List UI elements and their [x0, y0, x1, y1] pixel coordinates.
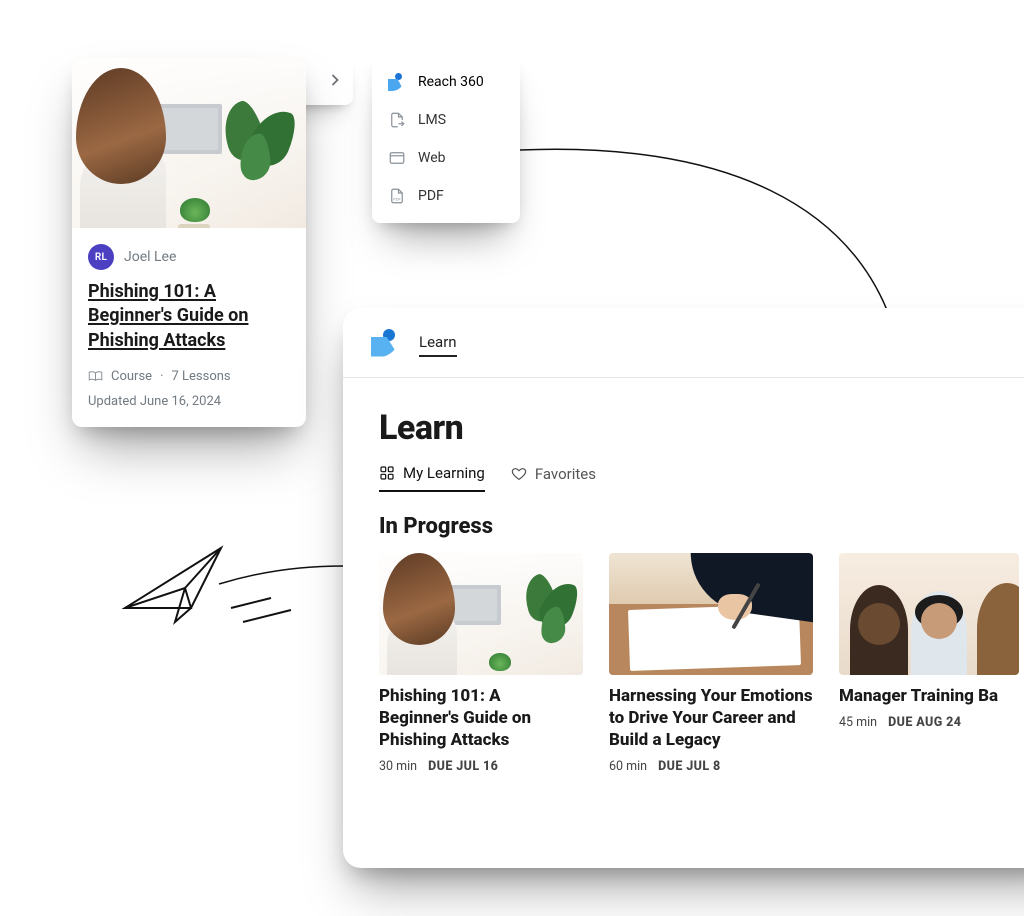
menu-item-label: LMS — [418, 112, 446, 128]
menu-item-label: Reach 360 — [418, 74, 484, 90]
learn-card-thumbnail — [379, 553, 583, 675]
learn-card-meta: 60 min DUE JUL 8 — [609, 759, 813, 774]
publish-menu: Reach 360 LMS Web PDF — [372, 55, 520, 223]
course-card[interactable]: RL Joel Lee Phishing 101: A Beginner's G… — [72, 58, 306, 427]
learn-card[interactable]: Manager Training Ba 45 min DUE AUG 24 — [839, 553, 1019, 774]
in-progress-row: Phishing 101: A Beginner's Guide on Phis… — [379, 553, 1024, 774]
learn-card-thumbnail — [609, 553, 813, 675]
learn-card-title: Phishing 101: A Beginner's Guide on Phis… — [379, 685, 583, 751]
pdf-file-icon: PDF — [388, 187, 406, 205]
course-lessons-label: 7 Lessons — [171, 369, 230, 384]
section-title: In Progress — [379, 514, 1024, 539]
author-name: Joel Lee — [124, 249, 176, 265]
learn-card[interactable]: Phishing 101: A Beginner's Guide on Phis… — [379, 553, 583, 774]
brand-logo-icon — [371, 329, 401, 357]
learn-card-meta: 30 min DUE JUL 16 — [379, 759, 583, 774]
learn-window: Learn Learn My Learning Favorites — [343, 308, 1024, 868]
tab-favorites[interactable]: Favorites — [511, 464, 596, 492]
paper-plane-icon — [115, 540, 311, 660]
avatar: RL — [88, 244, 114, 270]
menu-item-reach360[interactable]: Reach 360 — [372, 63, 520, 101]
learn-header: Learn — [343, 308, 1024, 378]
tab-my-learning[interactable]: My Learning — [379, 464, 485, 492]
tab-label: My Learning — [403, 464, 485, 482]
course-title: Phishing 101: A Beginner's Guide on Phis… — [88, 280, 290, 353]
menu-item-label: Web — [418, 150, 446, 166]
tab-label: Favorites — [535, 465, 596, 483]
menu-item-lms[interactable]: LMS — [372, 101, 520, 139]
svg-text:PDF: PDF — [393, 198, 401, 202]
export-file-icon — [388, 111, 406, 129]
menu-item-label: PDF — [418, 188, 444, 204]
reach360-icon — [388, 73, 406, 91]
learn-card-thumbnail — [839, 553, 1019, 675]
book-icon — [88, 370, 103, 382]
course-thumbnail — [72, 58, 306, 228]
heart-icon — [511, 466, 527, 482]
learn-card[interactable]: Harnessing Your Emotions to Drive Your C… — [609, 553, 813, 774]
course-updated: Updated June 16, 2024 — [88, 394, 290, 409]
nav-learn[interactable]: Learn — [419, 333, 457, 357]
course-type-label: Course — [111, 369, 152, 384]
learn-card-title: Manager Training Ba — [839, 685, 1019, 707]
course-title-link[interactable]: Phishing 101: A Beginner's Guide on Phis… — [88, 281, 248, 351]
course-author: RL Joel Lee — [88, 244, 290, 270]
learn-card-meta: 45 min DUE AUG 24 — [839, 715, 1019, 730]
course-meta: Course · 7 Lessons — [88, 369, 290, 384]
grid-icon — [379, 465, 395, 481]
learn-tabs: My Learning Favorites — [379, 464, 1024, 492]
menu-item-pdf[interactable]: PDF PDF — [372, 177, 520, 215]
learn-card-title: Harnessing Your Emotions to Drive Your C… — [609, 685, 813, 751]
menu-item-web[interactable]: Web — [372, 139, 520, 177]
chevron-right-icon — [331, 74, 339, 86]
page-title: Learn — [379, 408, 1024, 448]
browser-window-icon — [388, 149, 406, 167]
